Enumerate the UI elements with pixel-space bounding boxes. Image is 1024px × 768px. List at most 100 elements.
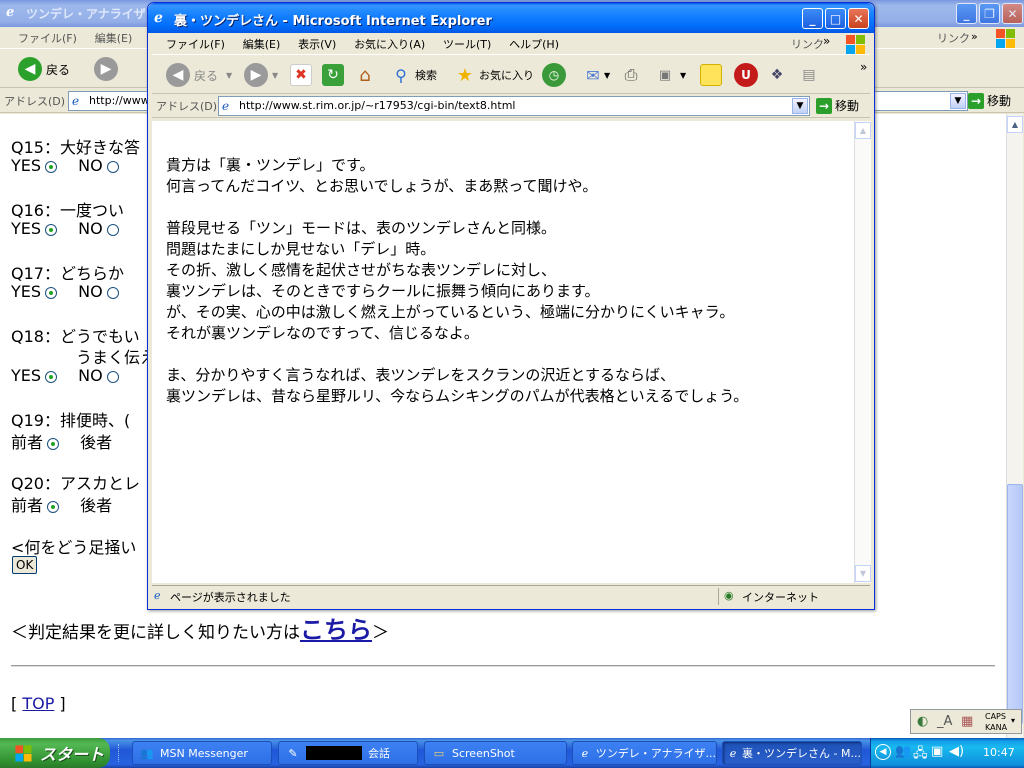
- go-button[interactable]: → 移動: [968, 92, 1011, 109]
- volume-tray-icon[interactable]: ◀): [949, 744, 964, 759]
- ime-pad-icon[interactable]: ▦: [961, 714, 973, 729]
- notes-button[interactable]: [700, 62, 722, 88]
- taskbar-grip[interactable]: [118, 744, 121, 762]
- menu-help[interactable]: ヘルプ(H): [502, 33, 566, 55]
- print-button[interactable]: ⎙: [620, 62, 642, 88]
- messenger-button[interactable]: U: [734, 62, 758, 88]
- discuss-button[interactable]: ▤: [798, 62, 820, 88]
- edit-dropdown-icon[interactable]: ▼: [680, 71, 686, 80]
- radio-no[interactable]: [106, 223, 119, 236]
- home-button[interactable]: ⌂: [354, 62, 376, 88]
- radio-yes[interactable]: [45, 286, 58, 299]
- menu-tools[interactable]: ツール(T): [436, 33, 498, 55]
- radio-no[interactable]: [106, 370, 119, 383]
- mail-button[interactable]: ✉ ▼: [582, 62, 610, 88]
- minimize-button[interactable]: _: [956, 3, 977, 24]
- ie-icon: ℯ: [729, 746, 737, 760]
- address-dropdown-button[interactable]: ▼: [792, 98, 808, 114]
- messenger-tray-icon[interactable]: 👥: [895, 744, 911, 759]
- menu-file[interactable]: ファイル(F): [152, 33, 232, 55]
- scroll-up-button[interactable]: ▲: [855, 122, 871, 139]
- langbar-menu-icon[interactable]: ▾: [1011, 716, 1015, 725]
- task-conversation[interactable]: ✎ 会話: [278, 741, 418, 765]
- display-tray-icon[interactable]: ▣: [931, 744, 943, 759]
- background-window-title: ツンデレ・アナライザー: [26, 7, 158, 21]
- restore-button[interactable]: ❐: [979, 3, 1000, 24]
- tray-expand-icon[interactable]: ◀: [875, 744, 891, 760]
- ok-button[interactable]: OK: [12, 556, 38, 574]
- edit-button[interactable]: ▣ ▼: [654, 62, 686, 88]
- network-tray-icon[interactable]: 🖧: [913, 744, 928, 766]
- print-icon: ⎙: [624, 65, 638, 84]
- radio-no[interactable]: [106, 286, 119, 299]
- address-label: アドレス(D): [4, 95, 66, 108]
- home-icon: ⌂: [359, 64, 371, 86]
- clock[interactable]: 10:47: [983, 746, 1015, 759]
- windows-logo-icon: [14, 744, 33, 763]
- minimize-button[interactable]: _: [802, 8, 823, 29]
- foreground-scrollbar[interactable]: ▲ ▼: [854, 121, 871, 583]
- ie-icon: ℯ: [154, 10, 163, 26]
- address-dropdown-button[interactable]: ▼: [950, 93, 966, 109]
- task-msn-messenger[interactable]: 👥 MSN Messenger: [132, 741, 272, 765]
- result-text-line: ま、分かりやすく言うなれば、表ツンデレをスクランの沢近とするならば、: [166, 366, 675, 384]
- menu-favorites[interactable]: お気に入り(A): [347, 33, 432, 55]
- mail-dropdown-icon[interactable]: ▼: [604, 71, 610, 80]
- windows-logo-icon: [844, 33, 866, 55]
- background-scrollbar[interactable]: ▲: [1006, 114, 1023, 738]
- back-button[interactable]: ◀ 戻る: [18, 56, 70, 82]
- internet-zone-icon: ◉: [724, 589, 734, 602]
- scroll-thumb[interactable]: [1007, 484, 1023, 724]
- language-bar[interactable]: ◐ _A ▦ CAPS KANA ▾: [910, 709, 1022, 734]
- radio-yes[interactable]: [45, 160, 58, 173]
- research-button[interactable]: ❖: [766, 62, 788, 88]
- go-button[interactable]: → 移動: [816, 97, 859, 114]
- links-chevron-icon[interactable]: »: [816, 31, 837, 51]
- scroll-up-button[interactable]: ▲: [1007, 116, 1023, 133]
- detail-link[interactable]: こちら: [300, 616, 372, 644]
- status-text: ページが表示されました: [170, 591, 291, 604]
- task-ura-tsundere[interactable]: ℯ 裏・ツンデレさん - M...: [722, 741, 862, 765]
- page-icon: ℯ: [222, 99, 230, 113]
- ime-icon[interactable]: ◐: [917, 714, 928, 729]
- forward-button[interactable]: ▶ ▼: [244, 62, 278, 88]
- foreground-browser-window: ℯ 裏・ツンデレさん - Microsoft Internet Explorer…: [147, 2, 875, 610]
- scroll-down-button[interactable]: ▼: [855, 565, 871, 582]
- links-chevron-icon[interactable]: »: [964, 27, 985, 46]
- forward-dropdown-icon[interactable]: ▼: [272, 71, 278, 80]
- menu-edit[interactable]: 編集(E): [88, 27, 140, 49]
- radio-former[interactable]: [47, 437, 60, 450]
- menu-view[interactable]: 表示(V): [291, 33, 343, 55]
- quiz-question-cont: うまく伝え: [76, 348, 157, 367]
- research-icon: ❖: [770, 67, 784, 83]
- search-button[interactable]: ⚲ 検索: [390, 62, 437, 88]
- messenger-icon: 👥: [140, 746, 154, 760]
- back-dropdown-icon[interactable]: ▼: [226, 71, 232, 80]
- task-screenshot-folder[interactable]: ▭ ScreenShot: [424, 741, 567, 765]
- close-button[interactable]: ✕: [1002, 3, 1023, 24]
- start-button[interactable]: スタート: [0, 738, 110, 768]
- history-button[interactable]: ◷: [542, 62, 566, 88]
- radio-no[interactable]: [106, 160, 119, 173]
- refresh-button[interactable]: ↻: [322, 62, 344, 88]
- close-button[interactable]: ✕: [848, 8, 869, 29]
- back-button[interactable]: ◀ 戻る ▼: [166, 62, 232, 88]
- favorites-button[interactable]: ★ お気に入り: [454, 62, 534, 88]
- menu-edit[interactable]: 編集(E): [236, 33, 288, 55]
- address-label: アドレス(D): [156, 100, 218, 113]
- ime-mode-icon[interactable]: _A: [937, 714, 952, 729]
- stop-button[interactable]: ✖: [290, 62, 312, 88]
- foreground-title-bar[interactable]: ℯ 裏・ツンデレさん - Microsoft Internet Explorer…: [148, 3, 874, 33]
- toolbar-chevron-icon[interactable]: »: [860, 54, 867, 80]
- radio-yes[interactable]: [45, 370, 58, 383]
- prompt-text: <何をどう足掻い: [11, 538, 137, 557]
- maximize-button[interactable]: □: [825, 8, 846, 29]
- radio-former[interactable]: [47, 500, 60, 513]
- forward-button[interactable]: ▶: [94, 56, 118, 82]
- forward-arrow-icon: ▶: [244, 63, 268, 87]
- top-link[interactable]: TOP: [22, 694, 54, 713]
- menu-file[interactable]: ファイル(F): [0, 27, 84, 49]
- radio-yes[interactable]: [45, 223, 58, 236]
- task-tsundere-analyzer[interactable]: ℯ ツンデレ・アナライザ...: [572, 741, 717, 765]
- address-input[interactable]: ℯ http://www.st.rim.or.jp/~r17953/cgi-bi…: [218, 96, 810, 116]
